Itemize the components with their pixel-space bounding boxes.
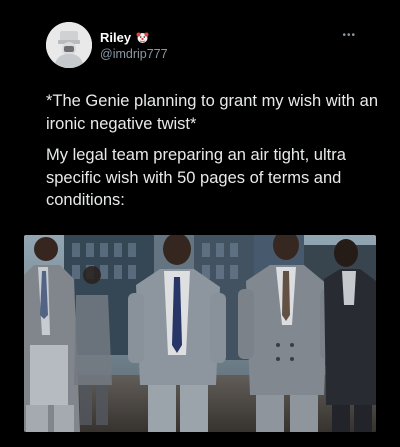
author-display-name[interactable]: Riley (100, 30, 131, 45)
tweet-card: Riley @imdrip777 ••• *The Genie planning… (0, 0, 400, 447)
clown-face-icon (136, 31, 149, 44)
avatar[interactable] (46, 22, 92, 68)
avatar-icon (46, 22, 92, 68)
tweet-paragraph: *The Genie planning to grant my wish wit… (46, 92, 379, 133)
photo-of-men-in-suits-walking (24, 235, 376, 432)
tweet-media-image[interactable] (24, 235, 376, 432)
tweet-text: *The Genie planning to grant my wish wit… (46, 90, 386, 221)
author-handle[interactable]: @imdrip777 (100, 47, 168, 61)
tweet-paragraph: My legal team preparing an air tight, ul… (46, 146, 346, 209)
author-name-row: Riley (100, 30, 149, 45)
more-options-icon[interactable]: ••• (342, 30, 356, 41)
